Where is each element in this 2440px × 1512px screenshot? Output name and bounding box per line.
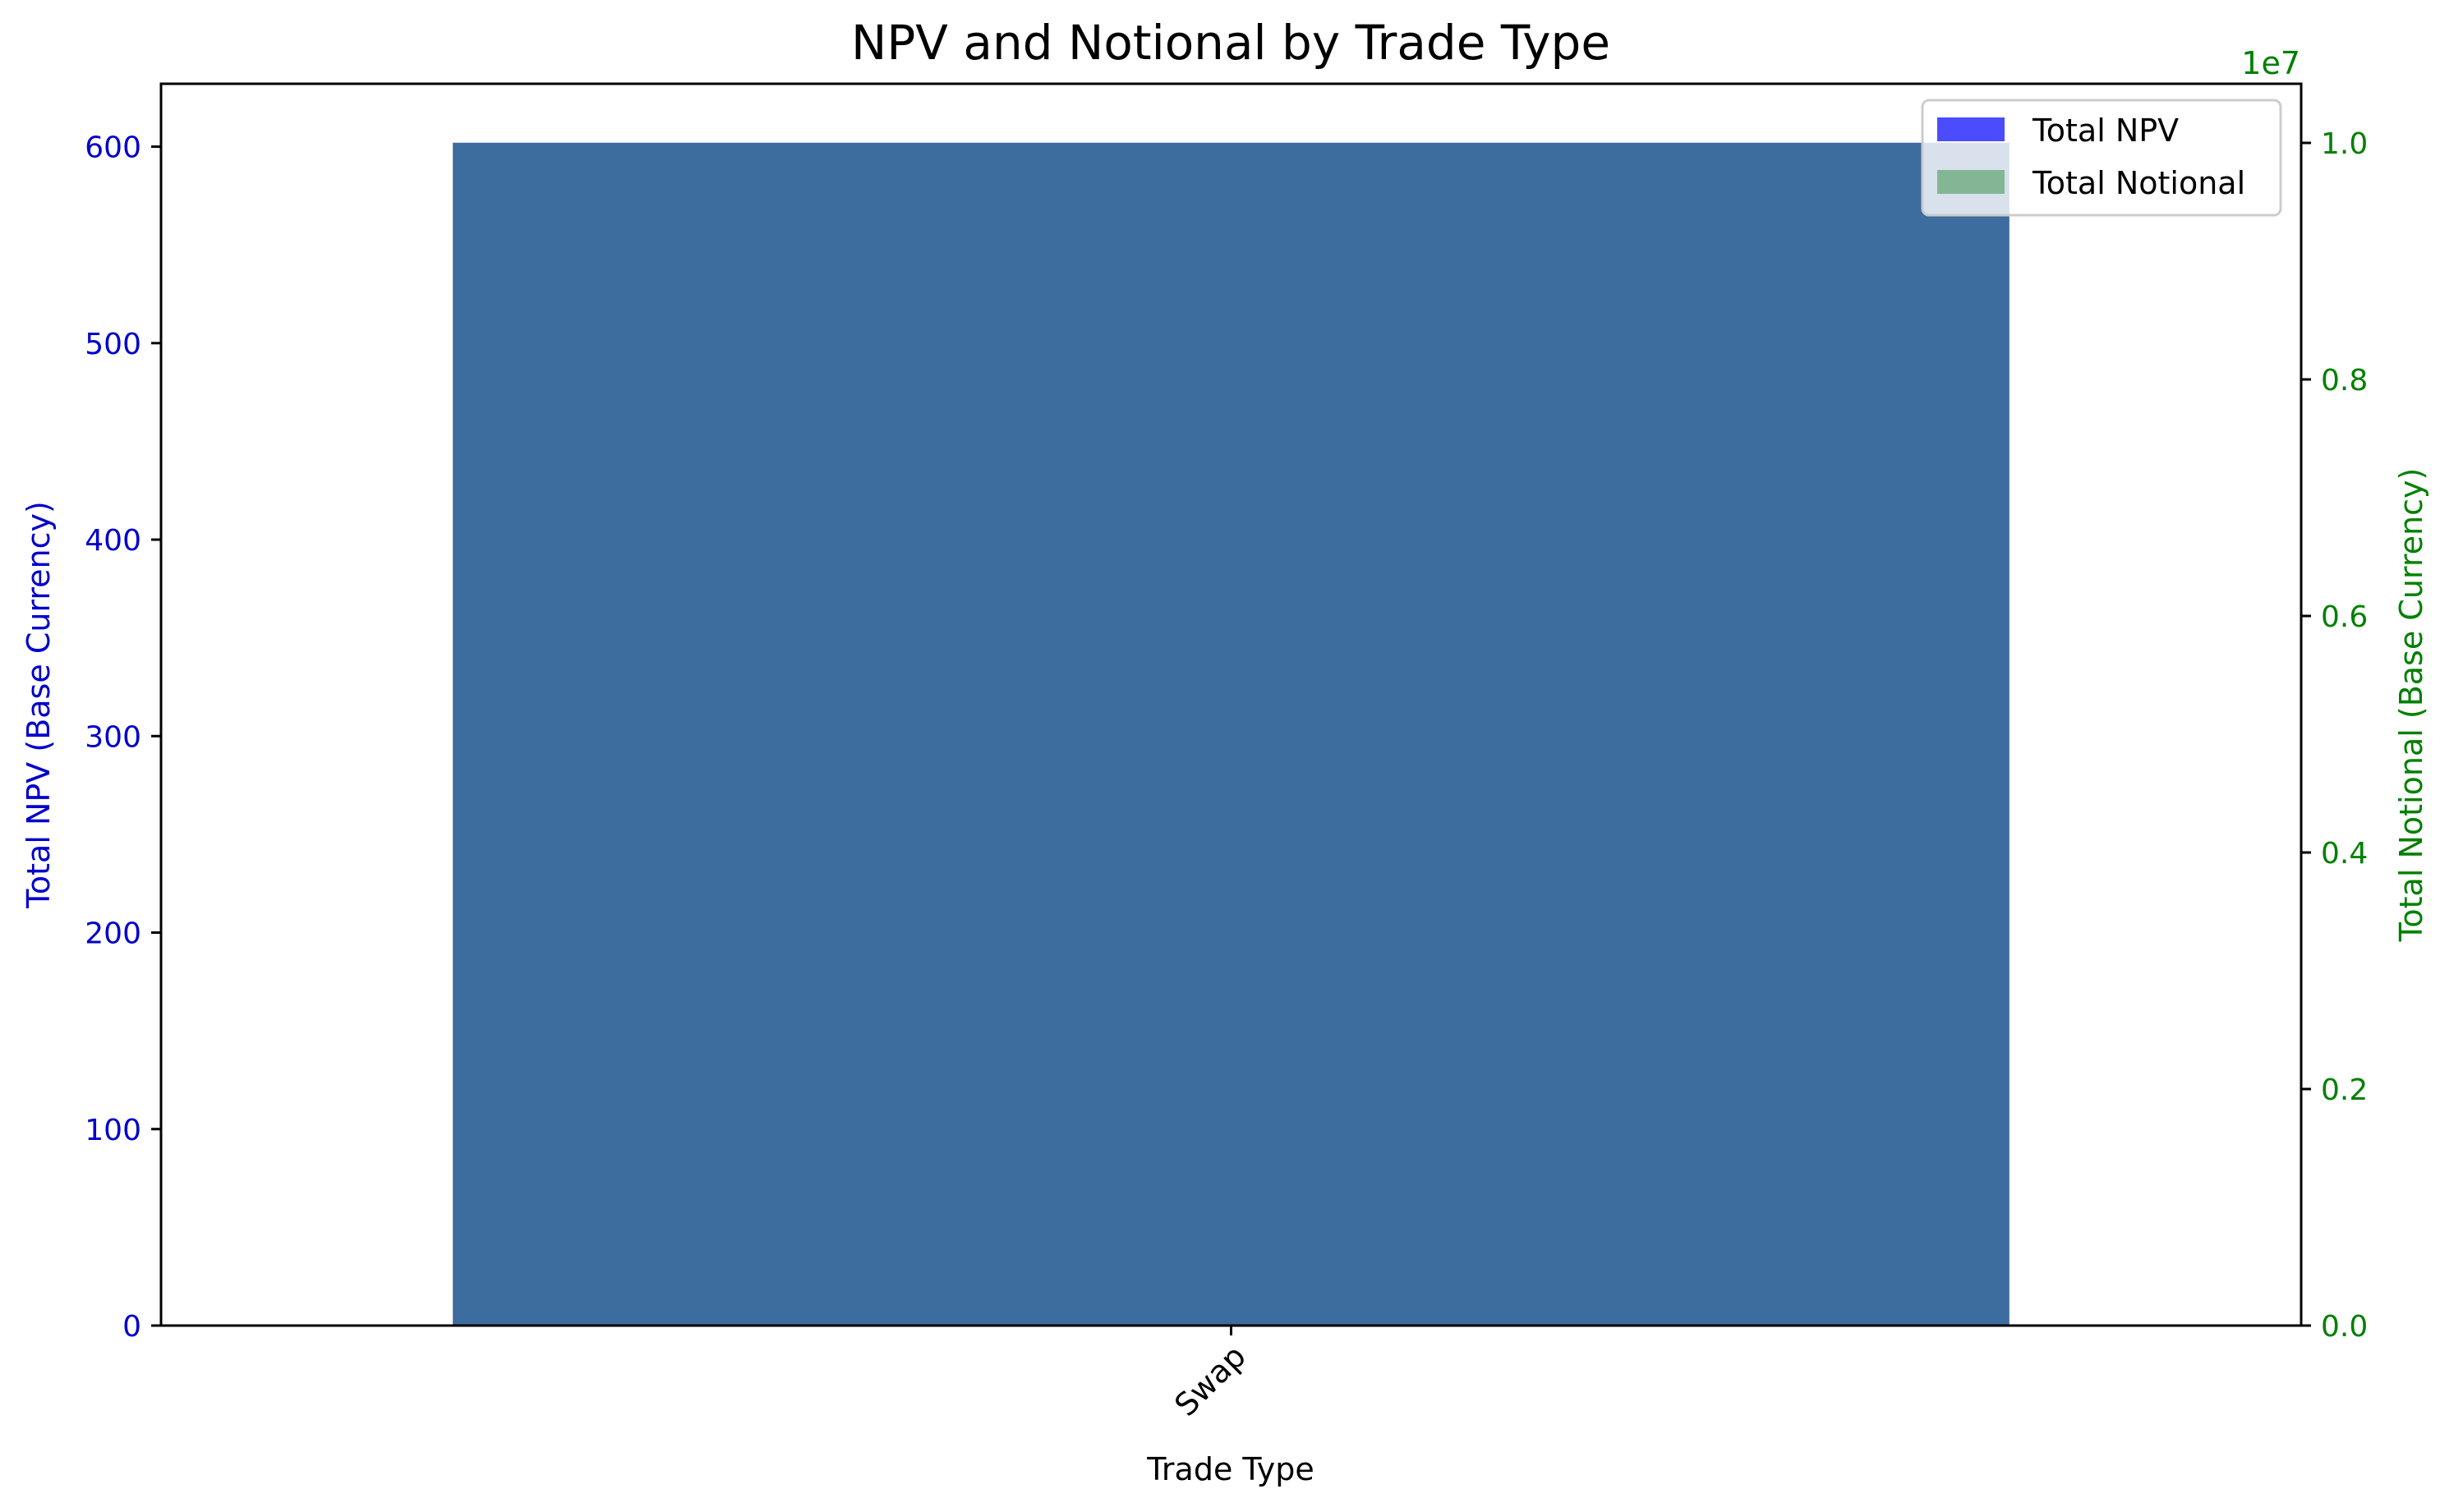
right-y-axis-label: Total Notional (Base Currency) bbox=[2393, 468, 2429, 943]
left-y-tick-label: 100 bbox=[85, 1114, 141, 1147]
x-axis-label: Trade Type bbox=[1146, 1451, 1314, 1487]
chart-title: NPV and Notional by Trade Type bbox=[851, 15, 1610, 71]
legend-swatch-total-notional bbox=[1937, 170, 2005, 194]
chart-svg: NPV and Notional by Trade Type 0 100 200 30… bbox=[0, 0, 2440, 1508]
bar-total-notional-swap bbox=[453, 143, 2010, 1326]
right-axis-offset-label: 1e7 bbox=[2241, 45, 2300, 81]
left-y-tick-label: 300 bbox=[85, 720, 141, 754]
left-y-axis-label: Total NPV (Base Currency) bbox=[21, 501, 57, 909]
legend: Total NPV Total Notional bbox=[1921, 99, 2282, 217]
right-y-tick-label: 0.4 bbox=[2321, 837, 2368, 871]
right-y-tick-label: 1.0 bbox=[2321, 127, 2368, 161]
right-y-tick-label: 0.8 bbox=[2321, 364, 2368, 398]
left-y-tick-label: 500 bbox=[85, 328, 141, 361]
right-y-tick-label: 0.2 bbox=[2321, 1073, 2368, 1107]
left-y-tick-label: 600 bbox=[85, 131, 141, 165]
left-y-tick-label: 400 bbox=[85, 524, 141, 558]
right-y-tick-label: 0.6 bbox=[2321, 600, 2368, 634]
legend-label-total-npv: Total NPV bbox=[2032, 113, 2179, 149]
bars-layer bbox=[453, 142, 2010, 1326]
chart-container: NPV and Notional by Trade Type 0 100 200 30… bbox=[0, 0, 2440, 1508]
legend-swatch-total-npv bbox=[1937, 117, 2005, 141]
right-y-tick-label: 0.0 bbox=[2321, 1310, 2368, 1344]
left-y-tick-label: 200 bbox=[85, 917, 141, 951]
legend-label-total-notional: Total Notional bbox=[2032, 165, 2245, 201]
left-y-tick-label: 0 bbox=[122, 1310, 141, 1344]
